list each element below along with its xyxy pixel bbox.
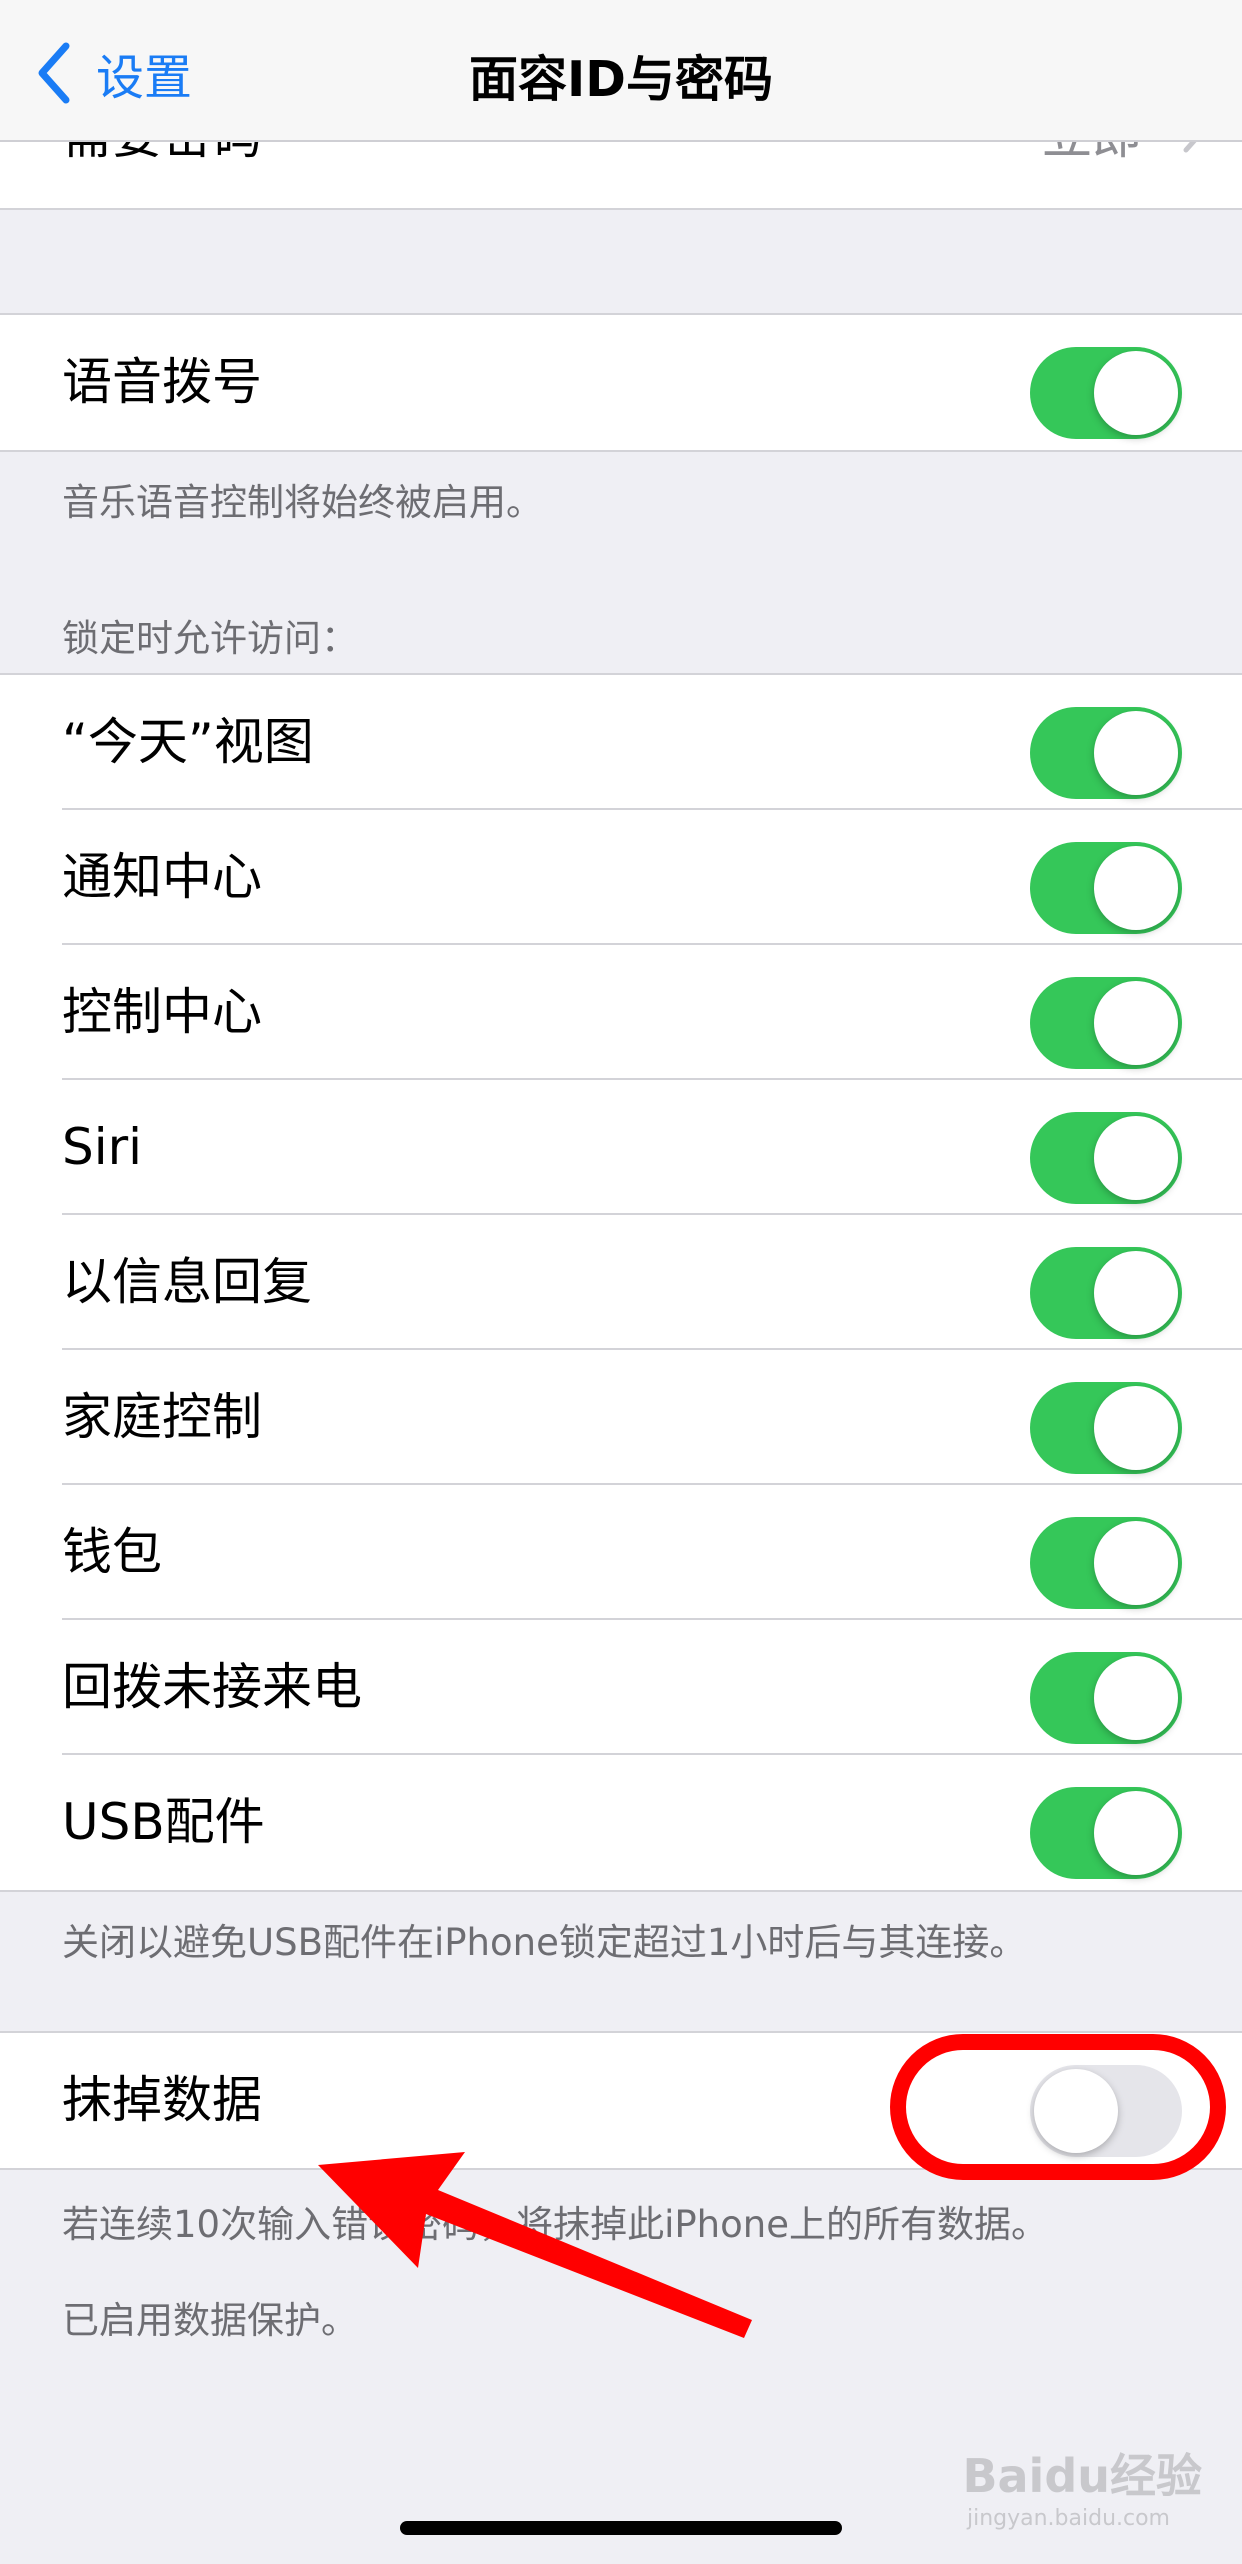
toggle-knob	[1094, 1791, 1178, 1875]
locked-access-row: “今天”视图	[0, 675, 1242, 810]
voice-dial-toggle[interactable]	[1030, 347, 1182, 439]
page-title: 面容ID与密码	[469, 51, 773, 108]
locked-access-row: 以信息回复	[0, 1215, 1242, 1350]
usb-footer: 关闭以避免USB配件在iPhone锁定超过1小时后与其连接。	[62, 1921, 1027, 1964]
locked-access-row: 回拨未接来电	[0, 1620, 1242, 1755]
locked-access-label: 控制中心	[62, 983, 262, 1041]
locked-access-toggle[interactable]	[1030, 707, 1182, 799]
locked-access-row: Siri	[0, 1080, 1242, 1215]
voice-dial-footer: 音乐语音控制将始终被启用。	[62, 481, 543, 524]
locked-access-toggle[interactable]	[1030, 842, 1182, 934]
locked-access-label: “今天”视图	[62, 713, 314, 771]
locked-access-label: 通知中心	[62, 848, 262, 906]
locked-access-header: 锁定时允许访问：	[62, 617, 358, 660]
locked-access-row: 控制中心	[0, 945, 1242, 1080]
locked-access-toggle[interactable]	[1030, 1247, 1182, 1339]
voice-dial-label: 语音拨号	[62, 353, 262, 411]
locked-access-label: USB配件	[62, 1793, 265, 1851]
locked-access-toggle[interactable]	[1030, 1112, 1182, 1204]
locked-access-row: USB配件	[0, 1755, 1242, 1890]
toggle-knob	[1094, 1386, 1178, 1470]
toggle-knob	[1094, 981, 1178, 1065]
locked-access-label: Siri	[62, 1118, 143, 1176]
erase-data-toggle[interactable]	[1030, 2065, 1182, 2157]
home-indicator[interactable]	[400, 2521, 842, 2535]
toggle-knob	[1094, 351, 1178, 435]
require-passcode-label: 需要密码	[62, 140, 262, 168]
locked-access-group: “今天”视图 通知中心控制中心 Siri 以信息回复家庭控制钱包回拨未接来电 USB配件	[0, 673, 1242, 1892]
locked-access-row: 钱包	[0, 1485, 1242, 1620]
voice-dial-group: 语音拨号	[0, 313, 1242, 452]
toggle-knob	[1094, 846, 1178, 930]
chevron-right-icon	[1183, 140, 1199, 153]
voice-dial-row: 语音拨号	[0, 315, 1242, 450]
require-passcode-row[interactable]: 需要密码 立即	[0, 140, 1242, 210]
erase-data-group: 抹掉数据	[0, 2031, 1242, 2170]
locked-access-label: 钱包	[62, 1523, 162, 1581]
data-protection-footer: 已启用数据保护。	[62, 2299, 358, 2342]
erase-data-footer: 若连续10次输入错误密码，将抹掉此iPhone上的所有数据。	[62, 2203, 1048, 2246]
locked-access-label: 家庭控制	[62, 1388, 262, 1446]
toggle-knob	[1094, 711, 1178, 795]
watermark-url: jingyan.baidu.com	[966, 2506, 1170, 2531]
locked-access-toggle[interactable]	[1030, 1652, 1182, 1744]
locked-access-toggle[interactable]	[1030, 1517, 1182, 1609]
locked-access-toggle[interactable]	[1030, 1787, 1182, 1879]
navigation-bar: 设置 面容ID与密码	[0, 0, 1242, 142]
locked-access-toggle[interactable]	[1030, 977, 1182, 1069]
require-passcode-value: 立即	[1042, 140, 1142, 168]
toggle-knob	[1094, 1116, 1178, 1200]
locked-access-label: 回拨未接来电	[62, 1658, 362, 1716]
toggle-knob	[1034, 2069, 1118, 2153]
watermark-logo: Baidu经验	[962, 2449, 1202, 2503]
toggle-knob	[1094, 1656, 1178, 1740]
erase-data-label: 抹掉数据	[62, 2071, 262, 2129]
locked-access-row: 家庭控制	[0, 1350, 1242, 1485]
locked-access-toggle[interactable]	[1030, 1382, 1182, 1474]
locked-access-label: 以信息回复	[62, 1253, 312, 1311]
toggle-knob	[1094, 1251, 1178, 1335]
locked-access-row: 通知中心	[0, 810, 1242, 945]
toggle-knob	[1094, 1521, 1178, 1605]
erase-data-row: 抹掉数据	[0, 2033, 1242, 2168]
